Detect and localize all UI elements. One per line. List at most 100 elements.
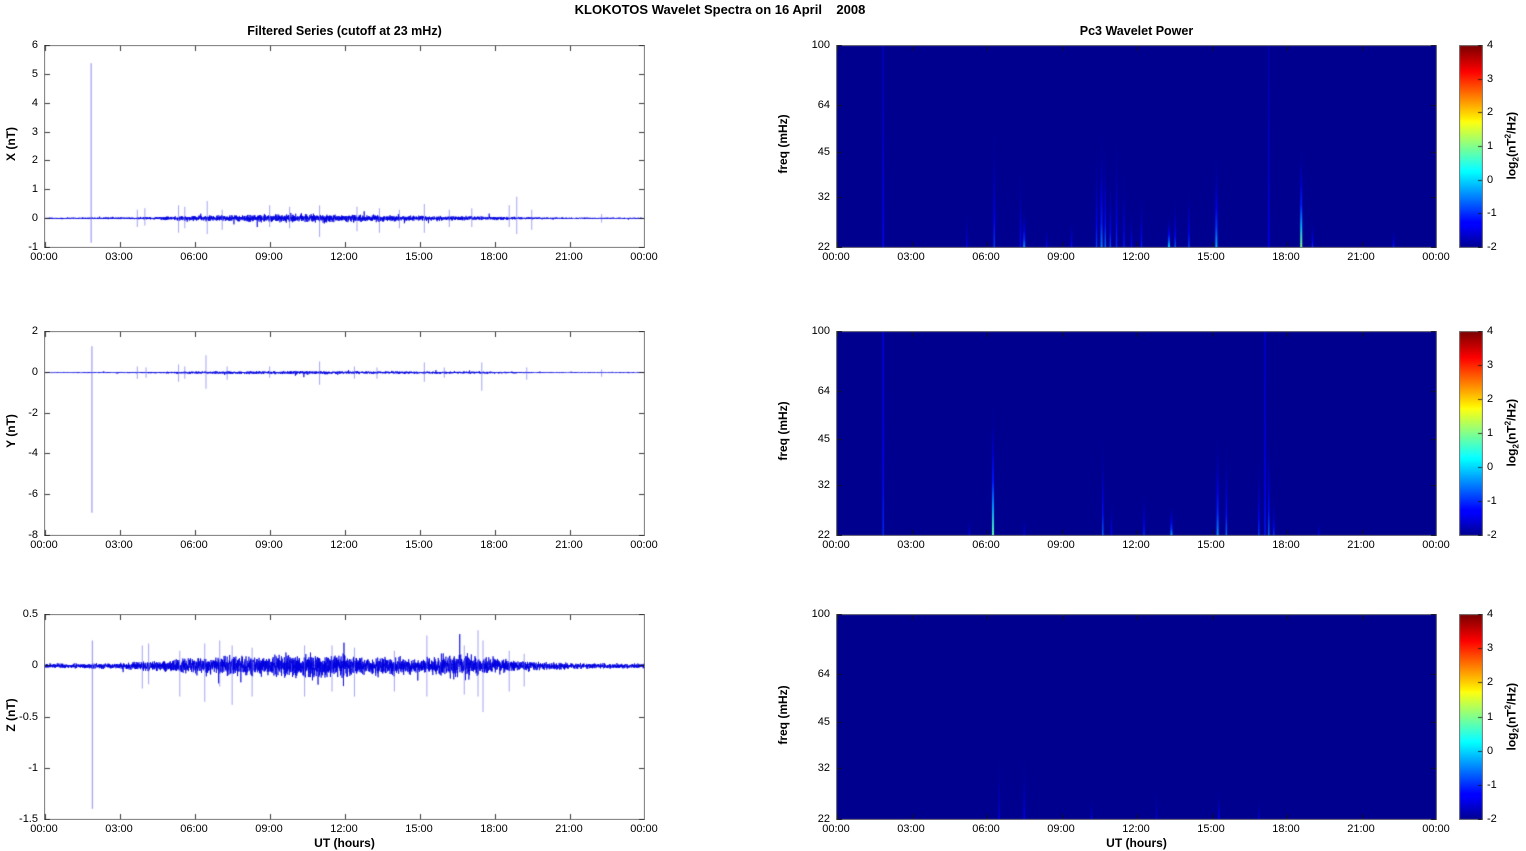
x-tick-label: 15:00 (405, 251, 433, 263)
y-tick-label: 2 (31, 154, 38, 167)
x-tick-label: 12:00 (330, 251, 358, 263)
x-tick-label: 06:00 (972, 823, 1000, 835)
wavelet-spectra-figure: KLOKOTOS Wavelet Spectra on 16 April 200… (0, 0, 1526, 851)
y-tick-label: 5 (31, 67, 38, 80)
x-tick-label: 03:00 (105, 823, 133, 835)
colorbar-tick-label: -2 (1487, 241, 1497, 253)
y-tick-label: -2 (28, 406, 38, 419)
x-tick-label: 15:00 (1197, 251, 1225, 263)
y-tick-label: 1 (31, 183, 38, 196)
freq-tick-label: 22 (817, 241, 830, 253)
colorbar-label-part: 2 (1511, 157, 1521, 162)
colorbar-tick-label: -1 (1487, 778, 1497, 791)
y-tick-label: -8 (28, 529, 38, 541)
x-tick-label: 06:00 (972, 251, 1000, 263)
z-wavelet-power-spectrogram (836, 614, 1437, 820)
x-tick-label: 21:00 (1347, 823, 1375, 835)
wavelet-power-title: Pc3 Wavelet Power (1079, 24, 1194, 38)
colorbar-tick-label: 3 (1487, 642, 1494, 655)
x-tick-label: 00:00 (630, 823, 658, 835)
colorbar-tick-label: 0 (1487, 173, 1494, 186)
freq-tick-label: 32 (817, 478, 830, 491)
colorbar-tick-label: 0 (1487, 744, 1494, 757)
y-tick-label: 0 (31, 212, 38, 225)
y-tick-label: 2 (31, 325, 38, 337)
freq-tick-label: 45 (817, 145, 830, 158)
colorbar-label-part: 2 (1511, 728, 1521, 733)
x-tick-label: 06:00 (180, 823, 208, 835)
x-tick-label: 21:00 (555, 539, 583, 551)
x-wavelet-power-spectrogram (836, 45, 1437, 248)
x-tick-label: 06:00 (180, 251, 208, 263)
x-tick-label: 09:00 (1047, 823, 1075, 835)
x-tick-label: 03:00 (897, 823, 925, 835)
x-tick-label: 09:00 (255, 823, 283, 835)
y-tick-label: -4 (28, 447, 38, 460)
x-tick-label: 15:00 (405, 539, 433, 551)
colorbar-label-part: 2 (1503, 133, 1513, 139)
colorbar-tick-label: -1 (1487, 207, 1497, 220)
ut-hours-label-left: UT (hours) (314, 836, 375, 850)
colorbar-label-part: 2 (1503, 420, 1513, 426)
colorbar-tick-label: 2 (1487, 106, 1494, 119)
freq-axis-label-top: freq (mHz) (776, 114, 790, 174)
freq-tick-label: 45 (817, 432, 830, 445)
x-tick-label: 18:00 (1272, 539, 1300, 551)
x-tick-label: 03:00 (897, 539, 925, 551)
x-tick-label: 03:00 (897, 251, 925, 263)
colorbar-tick-label: 3 (1487, 72, 1494, 85)
colorbar-tick-label: 2 (1487, 676, 1494, 689)
y-tick-label: 3 (31, 125, 38, 138)
y-tick-label: -6 (28, 488, 38, 501)
x-tick-label: 21:00 (555, 823, 583, 835)
x-tick-label: 12:00 (1122, 251, 1150, 263)
x-tick-label: 00:00 (1422, 823, 1450, 835)
x-tick-label: 18:00 (480, 823, 508, 835)
colorbar-label-part: 2 (1503, 704, 1513, 710)
x-tick-label: 21:00 (555, 251, 583, 263)
y-tick-label: -1.5 (19, 813, 38, 825)
freq-tick-label: 100 (811, 325, 830, 337)
x-tick-label: 03:00 (105, 539, 133, 551)
x-tick-label: 21:00 (1347, 251, 1375, 263)
freq-tick-label: 32 (817, 191, 830, 203)
colorbar-tick-label: -1 (1487, 495, 1497, 507)
x-tick-label: 09:00 (255, 539, 283, 551)
y-wavelet-power-spectrogram (836, 331, 1437, 536)
freq-tick-label: 100 (811, 39, 830, 51)
colorbar-middle (1459, 331, 1483, 536)
freq-tick-label: 32 (817, 762, 830, 775)
x-tick-label: 09:00 (1047, 251, 1075, 263)
y-axis-label-y-nt: Y (nT) (4, 414, 18, 448)
x-tick-label: 18:00 (1272, 823, 1300, 835)
y-tick-label: 4 (31, 96, 38, 109)
y-tick-label: -0.5 (19, 710, 38, 723)
colorbar-bottom (1459, 614, 1483, 820)
x-tick-label: 21:00 (1347, 539, 1375, 551)
x-tick-label: 12:00 (1122, 539, 1150, 551)
x-tick-label: 12:00 (330, 823, 358, 835)
x-tick-label: 00:00 (630, 251, 658, 263)
freq-tick-label: 64 (817, 668, 830, 681)
freq-tick-label: 100 (811, 608, 830, 620)
x-tick-label: 18:00 (1272, 251, 1300, 263)
colorbar-tick-label: 1 (1487, 710, 1494, 723)
x-tick-label: 15:00 (1197, 823, 1225, 835)
freq-tick-label: 45 (817, 716, 830, 729)
x-tick-label: 12:00 (330, 539, 358, 551)
y-tick-label: 0.5 (22, 608, 38, 620)
x-tick-label: 18:00 (480, 539, 508, 551)
x-tick-label: 15:00 (1197, 539, 1225, 551)
colorbar-tick-label: 3 (1487, 359, 1494, 371)
y-tick-label: 6 (31, 39, 38, 51)
freq-tick-label: 64 (817, 385, 830, 398)
freq-tick-label: 64 (817, 98, 830, 111)
x-tick-label: 00:00 (1422, 539, 1450, 551)
ut-hours-label-right: UT (hours) (1106, 836, 1167, 850)
y-tick-label: -1 (28, 241, 38, 253)
colorbar-tick-label: 4 (1487, 608, 1494, 620)
colorbar-tick-label: 0 (1487, 461, 1494, 473)
colorbar-tick-label: 1 (1487, 140, 1494, 152)
y-tick-label: -1 (28, 761, 38, 774)
x-tick-label: 06:00 (972, 539, 1000, 551)
